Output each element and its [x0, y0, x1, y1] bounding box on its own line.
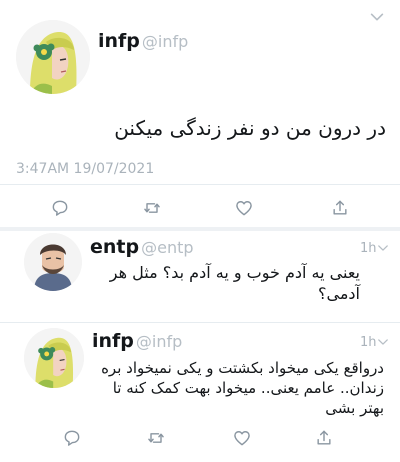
author-handle[interactable]: @entp	[141, 238, 193, 257]
reply-age[interactable]: 1h	[360, 241, 377, 256]
divider	[0, 322, 400, 323]
avatar[interactable]	[24, 328, 84, 388]
heart-icon[interactable]	[232, 196, 256, 220]
chevron-down-icon[interactable]	[376, 334, 390, 353]
author-name[interactable]: entp @entp	[90, 236, 194, 258]
share-icon[interactable]	[328, 196, 352, 220]
tweet-actions	[0, 426, 400, 450]
avatar[interactable]	[16, 20, 90, 94]
author-display-name[interactable]: infp	[92, 330, 134, 352]
divider	[0, 227, 400, 231]
share-icon[interactable]	[312, 426, 336, 450]
avatar[interactable]	[24, 233, 82, 291]
author-display-name[interactable]: infp	[98, 30, 140, 52]
chevron-down-icon[interactable]	[368, 8, 386, 30]
reply-age[interactable]: 1h	[360, 335, 377, 350]
retweet-icon[interactable]	[144, 426, 168, 450]
author-display-name[interactable]: entp	[90, 236, 139, 258]
reply-icon[interactable]	[48, 196, 72, 220]
divider	[0, 184, 400, 185]
timestamp[interactable]: 3:47AM 19/07/2021	[16, 161, 154, 177]
author-name[interactable]: infp @infp	[98, 30, 188, 52]
author-handle[interactable]: @infp	[142, 32, 188, 51]
author-name[interactable]: infp @infp	[92, 330, 182, 352]
tweet-text: درواقع یکی میخواد بکشتت و یکی نمیخواد بر…	[101, 359, 384, 417]
author-handle[interactable]: @infp	[136, 332, 182, 351]
tweet-text: یعنی یه آدم خوب و یه آدم بد؟ مثل هر آدمی…	[109, 263, 360, 303]
retweet-icon[interactable]	[140, 196, 164, 220]
tweet-text: در درون من دو نفر زندگی میکنن	[114, 116, 386, 140]
chevron-down-icon[interactable]	[376, 240, 390, 259]
heart-icon[interactable]	[230, 426, 254, 450]
tweet-actions	[0, 196, 400, 220]
reply-icon[interactable]	[60, 426, 84, 450]
